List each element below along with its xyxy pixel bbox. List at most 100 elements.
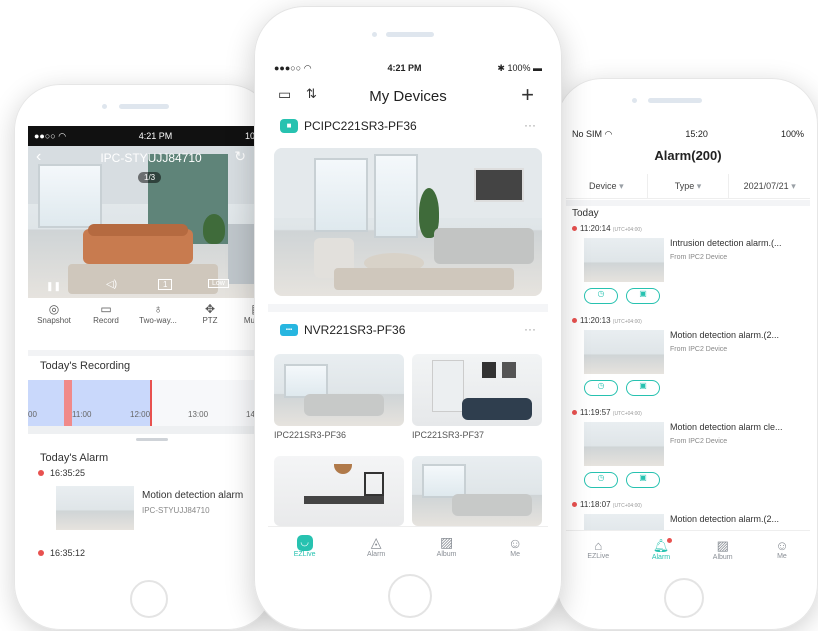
photo-icon: ▣ bbox=[639, 473, 647, 482]
image-icon: ▨ bbox=[716, 537, 729, 553]
alarm-text: Motion detection alarm.(2... bbox=[670, 514, 780, 524]
more-icon[interactable]: ··· bbox=[524, 322, 536, 336]
alarm-source: IPC-STYUJJ84710 bbox=[142, 506, 210, 515]
photo-icon: ▣ bbox=[639, 381, 647, 390]
alarm-dot bbox=[572, 410, 577, 415]
date-filter[interactable]: 2021/07/21 ▾ bbox=[728, 174, 810, 198]
timeline-label: 11:00 bbox=[72, 410, 92, 419]
alarm-source: From IPC2 Device bbox=[670, 346, 728, 353]
center-phone-screen: ●●●○○ ◠ 4:21 PM ✱ 100% ▬ ▭ ⇅ My Devices … bbox=[268, 58, 548, 564]
snapshot-button[interactable]: ◎ Snapshot bbox=[28, 302, 80, 346]
alarm-time: 16:35:25 bbox=[50, 468, 86, 478]
tab-ezlive[interactable]: ⌂ EZLive bbox=[587, 538, 609, 560]
recording-timeline[interactable]: 00 11:00 12:00 13:00 14 bbox=[28, 380, 274, 426]
alarm-thumbnail bbox=[584, 422, 664, 466]
home-icon: ◡ bbox=[296, 534, 313, 551]
user-icon: ☺ bbox=[507, 534, 523, 551]
snapshot-button[interactable]: ▣ bbox=[626, 472, 660, 488]
alarm-title: Today's Alarm bbox=[40, 452, 109, 464]
channel-button[interactable]: 1 bbox=[158, 279, 173, 290]
left-phone: ●●○○ ◠ 4:21 PM 100% ‹ IPC-STYUJJ84710 ↻ … bbox=[14, 84, 274, 630]
tab-me[interactable]: ☺ Me bbox=[508, 535, 522, 558]
center-home-button[interactable] bbox=[388, 574, 432, 618]
home-icon: ⌂ bbox=[594, 538, 603, 553]
page-title: Alarm(200) bbox=[654, 148, 722, 163]
device-filter[interactable]: Device ▾ bbox=[566, 174, 647, 198]
pause-icon[interactable]: ❚❚ bbox=[46, 281, 61, 292]
tab-album[interactable]: ▨ Album bbox=[713, 538, 733, 561]
status-time: 4:21 PM bbox=[138, 131, 173, 141]
carrier: No SIM ◠ bbox=[572, 128, 613, 139]
quality-button[interactable]: Low bbox=[208, 279, 229, 288]
image-icon: ▨ bbox=[439, 534, 454, 550]
recording-segment bbox=[28, 380, 150, 426]
timeline-label: 00 bbox=[28, 410, 37, 419]
list-item[interactable]: 16:35:25 Motion detection alarm IPC-STYU… bbox=[38, 468, 274, 548]
status-time: 4:21 PM bbox=[387, 63, 422, 73]
type-filter[interactable]: Type ▾ bbox=[646, 174, 729, 198]
tab-me[interactable]: ☺ Me bbox=[775, 538, 788, 560]
left-phone-screen: ●●○○ ◠ 4:21 PM 100% ‹ IPC-STYUJJ84710 ↻ … bbox=[28, 126, 274, 566]
refresh-icon[interactable]: ↻ bbox=[234, 148, 246, 165]
left-phone-camera-dot bbox=[102, 104, 107, 109]
status-battery: ✱ 100% ▬ bbox=[497, 62, 542, 73]
more-icon[interactable]: ··· bbox=[524, 118, 536, 132]
tab-bar: ◡ EZLive ◬ Alarm ▨ Album ☺ Me bbox=[268, 526, 548, 564]
device-header[interactable]: ■ PCIPC221SR3-PF36 ··· bbox=[276, 116, 540, 138]
channel-preview[interactable] bbox=[412, 354, 542, 426]
playback-button[interactable]: ◷ bbox=[584, 472, 618, 488]
left-status-bar: ●●○○ ◠ 4:21 PM 100% bbox=[28, 126, 274, 146]
right-status-bar: No SIM ◠ 15:20 100% bbox=[566, 124, 810, 144]
snapshot-button[interactable]: ▣ bbox=[626, 380, 660, 396]
snapshot-button[interactable]: ▣ bbox=[626, 288, 660, 304]
mic-icon: ♁ bbox=[153, 302, 163, 316]
list-item[interactable]: 11:20:13 (UTC+04:00) Motion detection al… bbox=[572, 316, 810, 406]
action-bar: ◎Snapshot ▭Record ♁Two-way... ✥PTZ ▦Mult… bbox=[28, 302, 274, 346]
tab-album[interactable]: ▨ Album bbox=[437, 534, 457, 558]
device-header[interactable]: ▪▪▪ NVR221SR3-PF36 ··· bbox=[276, 320, 540, 342]
ptz-icon: ✥ bbox=[204, 302, 216, 316]
playback-button[interactable]: ◷ bbox=[584, 288, 618, 304]
alarm-dot bbox=[572, 318, 577, 323]
center-phone: ●●●○○ ◠ 4:21 PM ✱ 100% ▬ ▭ ⇅ My Devices … bbox=[254, 6, 562, 630]
channel-name: IPC221SR3-PF37 bbox=[412, 430, 485, 440]
ptz-button[interactable]: ✥ PTZ bbox=[184, 302, 236, 346]
left-phone-speaker bbox=[119, 104, 169, 109]
record-button[interactable]: ▭ Record bbox=[80, 302, 132, 346]
alarm-marker bbox=[64, 380, 72, 426]
left-home-button[interactable] bbox=[130, 580, 168, 618]
header: ▭ ⇅ My Devices + bbox=[268, 82, 548, 110]
video-area[interactable]: ●●○○ ◠ 4:21 PM 100% ‹ IPC-STYUJJ84710 ↻ … bbox=[28, 126, 274, 298]
list-item[interactable]: 11:20:14 (UTC+04:00) Intrusion detection… bbox=[572, 224, 810, 314]
list-item[interactable]: 11:19:57 (UTC+04:00) Motion detection al… bbox=[572, 408, 810, 498]
playback-button[interactable]: ◷ bbox=[584, 380, 618, 396]
channel-preview[interactable] bbox=[412, 456, 542, 526]
channel-preview[interactable] bbox=[274, 354, 404, 426]
two-way-button[interactable]: ♁ Two-way... bbox=[132, 302, 184, 346]
right-home-button[interactable] bbox=[664, 578, 704, 618]
playhead bbox=[150, 380, 152, 426]
tab-alarm[interactable]: ◬ Alarm bbox=[367, 534, 385, 558]
speaker-icon[interactable]: ◁) bbox=[106, 279, 117, 290]
drag-handle[interactable] bbox=[136, 438, 168, 441]
list-item[interactable]: 11:18:07 (UTC+04:00) Motion detection al… bbox=[572, 500, 810, 530]
device-preview[interactable] bbox=[274, 148, 542, 296]
bell-icon: ◬ bbox=[370, 534, 382, 550]
alarm-text: Motion detection alarm cle... bbox=[670, 422, 783, 432]
recording-title: Today's Recording bbox=[40, 360, 131, 372]
video-icon: ▭ bbox=[100, 302, 112, 316]
page-title: My Devices bbox=[369, 88, 447, 105]
tab-alarm[interactable]: 🔔︎ Alarm bbox=[652, 537, 673, 561]
alarm-thumbnail bbox=[584, 514, 664, 530]
tab-ezlive[interactable]: ◡ EZLive bbox=[294, 534, 316, 558]
clock-icon: ◷ bbox=[597, 381, 605, 390]
channel-preview[interactable] bbox=[274, 456, 404, 526]
add-device-button[interactable]: + bbox=[521, 82, 534, 108]
timeline-label: 12:00 bbox=[130, 410, 151, 419]
alarm-source: From IPC2 Device bbox=[670, 254, 728, 261]
alarm-time: 16:35:12 bbox=[50, 548, 86, 558]
list-item[interactable]: 16:35:12 bbox=[38, 548, 274, 566]
signal-icon: ●●●○○ ◠ bbox=[274, 62, 312, 73]
right-phone-speaker bbox=[648, 98, 702, 103]
chevron-down-icon: ▾ bbox=[791, 181, 796, 191]
